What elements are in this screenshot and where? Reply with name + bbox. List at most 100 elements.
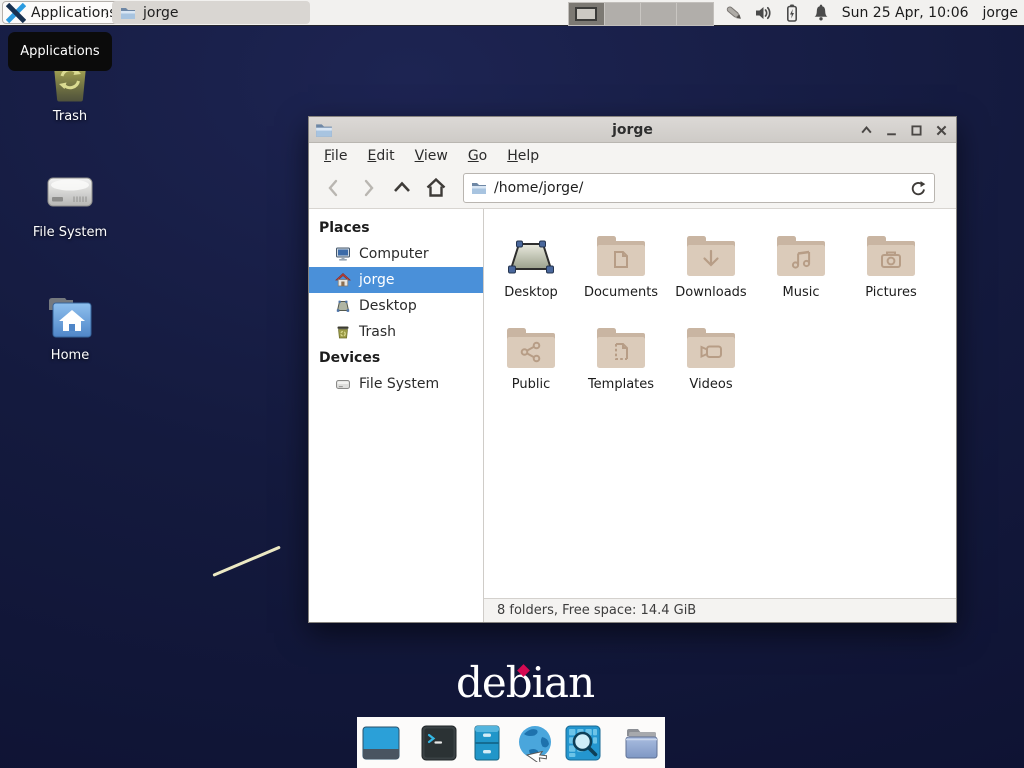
- taskbar-window-button[interactable]: jorge: [112, 1, 310, 24]
- file-manager-window: jorge File Edit View Go Help: [308, 116, 957, 623]
- sidebar-item-label: jorge: [359, 272, 394, 288]
- application-finder-icon[interactable]: [564, 724, 602, 762]
- menu-edit[interactable]: Edit: [358, 145, 403, 167]
- applications-tooltip: Applications: [8, 32, 112, 71]
- sidebar-item-computer[interactable]: Computer: [309, 241, 483, 267]
- file-item-documents[interactable]: Documents: [576, 221, 666, 313]
- sidebar-item-label: Trash: [359, 324, 396, 340]
- sidebar-item-trash[interactable]: Trash: [309, 319, 483, 345]
- file-label: Music: [783, 285, 820, 300]
- sidebar-item-label: Desktop: [359, 298, 417, 314]
- file-manager-cabinet-icon[interactable]: [468, 724, 506, 762]
- file-label: Videos: [689, 377, 732, 392]
- terminal-icon[interactable]: [420, 724, 458, 762]
- close-button[interactable]: [934, 123, 948, 137]
- location-input[interactable]: [494, 180, 903, 196]
- menu-view[interactable]: View: [406, 145, 457, 167]
- workspace-1[interactable]: [569, 3, 605, 25]
- forward-button[interactable]: [351, 173, 385, 203]
- file-label: Public: [512, 377, 550, 392]
- sidebar-item-file-system[interactable]: File System: [309, 371, 483, 397]
- bottom-dock: [357, 717, 665, 768]
- location-folder-icon: [471, 180, 487, 196]
- home-button[interactable]: [419, 173, 453, 203]
- location-bar[interactable]: [463, 173, 935, 203]
- file-label: Desktop: [504, 285, 558, 300]
- desktop-icon-home[interactable]: Home: [18, 291, 122, 363]
- desktop-icon-file-system[interactable]: File System: [18, 166, 122, 240]
- public-folder-icon: [504, 313, 558, 371]
- computer-icon: [335, 246, 351, 262]
- file-label: Downloads: [675, 285, 746, 300]
- file-item-public[interactable]: Public: [486, 313, 576, 405]
- documents-folder-icon: [594, 221, 648, 279]
- downloads-folder-icon: [684, 221, 738, 279]
- desktop-icon: [335, 298, 351, 314]
- menu-go[interactable]: Go: [459, 145, 496, 167]
- file-icon-view: Desktop Documents: [484, 209, 956, 598]
- pictures-folder-icon: [864, 221, 918, 279]
- top-panel: Applications ⋮ jorge: [0, 0, 1024, 26]
- statusbar: 8 folders, Free space: 14.4 GiB: [484, 598, 956, 622]
- reload-icon[interactable]: [910, 180, 927, 197]
- home-folder-icon: [44, 291, 96, 341]
- music-folder-icon: [774, 221, 828, 279]
- file-item-pictures[interactable]: Pictures: [846, 221, 936, 313]
- workspace-4[interactable]: [677, 3, 713, 25]
- directory-menu-folder-icon[interactable]: [622, 724, 660, 762]
- show-desktop-icon[interactable]: [362, 724, 400, 762]
- file-item-downloads[interactable]: Downloads: [666, 221, 756, 313]
- sidebar-item-jorge[interactable]: jorge: [309, 267, 483, 293]
- videos-folder-icon: [684, 313, 738, 371]
- desktop-icon-label: Home: [51, 348, 89, 363]
- stylus-icon[interactable]: [724, 3, 744, 23]
- file-item-desktop[interactable]: Desktop: [486, 221, 576, 313]
- panel-user-menu[interactable]: jorge: [983, 5, 1018, 21]
- maximize-button[interactable]: [909, 123, 923, 137]
- debian-wallpaper-logo: debian: [456, 658, 594, 707]
- battery-icon[interactable]: [782, 3, 802, 23]
- volume-icon[interactable]: [753, 3, 773, 23]
- file-label: Pictures: [865, 285, 916, 300]
- tooltip-text: Applications: [20, 44, 99, 59]
- file-item-videos[interactable]: Videos: [666, 313, 756, 405]
- side-pane: Places Computer: [309, 209, 484, 622]
- devices-header: Devices: [309, 345, 483, 371]
- status-text: 8 folders, Free space: 14.4 GiB: [497, 603, 696, 618]
- templates-folder-icon: [594, 313, 648, 371]
- menu-file[interactable]: File: [315, 145, 356, 167]
- file-item-music[interactable]: Music: [756, 221, 846, 313]
- desktop-icon-label: File System: [33, 225, 107, 240]
- stray-line-artifact: [212, 546, 280, 577]
- toolbar: [309, 168, 956, 209]
- window-titlebar[interactable]: jorge: [309, 117, 956, 143]
- sidebar-item-label: File System: [359, 376, 439, 392]
- xfce-logo-icon: [6, 3, 26, 23]
- workspace-2[interactable]: [605, 3, 641, 25]
- web-browser-globe-icon[interactable]: [516, 724, 554, 762]
- window-folder-icon: [315, 121, 333, 139]
- shade-button[interactable]: [859, 123, 873, 137]
- workspace-pager[interactable]: [568, 2, 714, 26]
- panel-handle[interactable]: ⋮: [102, 0, 110, 26]
- up-button[interactable]: [385, 173, 419, 203]
- places-header: Places: [309, 215, 483, 241]
- hard-drive-icon: [44, 166, 96, 218]
- workspace-window-miniature: [575, 7, 597, 21]
- folder-icon: [120, 5, 136, 21]
- desktop-icon-label: Trash: [53, 109, 87, 124]
- menu-help[interactable]: Help: [498, 145, 548, 167]
- file-item-templates[interactable]: Templates: [576, 313, 666, 405]
- panel-clock[interactable]: Sun 25 Apr, 10:06: [842, 5, 969, 21]
- sidebar-item-label: Computer: [359, 246, 429, 262]
- sidebar-item-desktop[interactable]: Desktop: [309, 293, 483, 319]
- menubar: File Edit View Go Help: [309, 143, 956, 168]
- trash-small-icon: [335, 324, 351, 340]
- minimize-button[interactable]: [884, 123, 898, 137]
- back-button[interactable]: [317, 173, 351, 203]
- notifications-bell-icon[interactable]: [811, 3, 831, 23]
- workspace-3[interactable]: [641, 3, 677, 25]
- taskbar-window-title: jorge: [143, 5, 178, 21]
- file-label: Templates: [588, 377, 654, 392]
- drive-small-icon: [335, 376, 351, 392]
